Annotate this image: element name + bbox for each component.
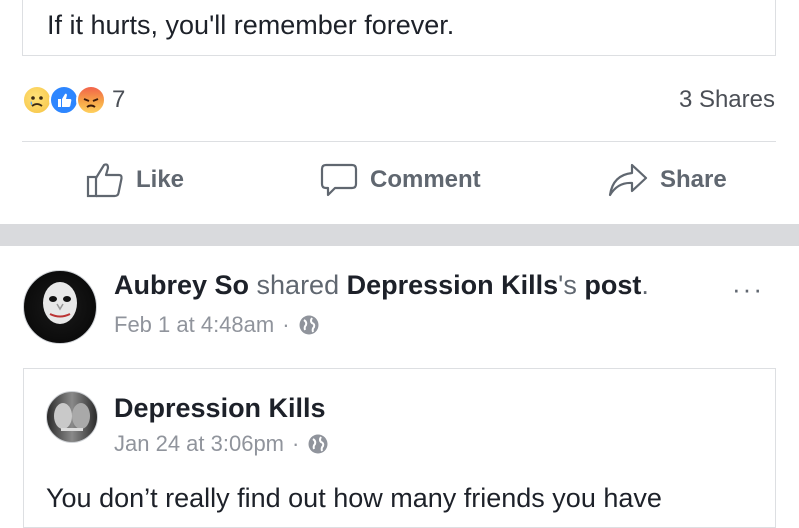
original-timestamp[interactable]: Jan 24 at 3:06pm	[114, 431, 284, 457]
globe-icon	[308, 434, 328, 454]
original-author-name[interactable]: Depression Kills	[114, 393, 326, 424]
shared-quote-box[interactable]: If it hurts, you'll remember forever.	[22, 0, 776, 56]
comment-bubble-icon	[320, 163, 358, 197]
thumbs-up-icon	[86, 163, 123, 198]
like-reaction-icon	[49, 85, 79, 115]
meta-dot: ·	[292, 431, 300, 456]
header-period: .	[641, 270, 649, 300]
post-meta: Feb 1 at 4:48am ·	[114, 312, 320, 338]
like-label: Like	[136, 166, 185, 193]
mask-avatar-image	[43, 282, 77, 324]
angry-reaction-icon	[76, 85, 106, 115]
reactions-summary[interactable]: 7	[22, 84, 125, 116]
share-label: Share	[660, 166, 727, 193]
more-options-icon[interactable]: ···	[732, 274, 764, 305]
sad-reaction-icon	[22, 85, 52, 115]
share-button[interactable]: Share	[608, 162, 727, 198]
author-name[interactable]: Aubrey So	[114, 270, 249, 300]
share-header: Aubrey So shared Depression Kills's post…	[114, 270, 649, 301]
original-post-text: You don’t really find out how many frien…	[46, 483, 662, 513]
divider	[22, 141, 776, 142]
globe-icon	[299, 315, 319, 335]
page-avatar[interactable]	[46, 391, 98, 443]
post-timestamp[interactable]: Feb 1 at 4:48am	[114, 312, 274, 338]
like-button[interactable]: Like	[86, 162, 184, 198]
meta-dot: ·	[282, 312, 290, 337]
comment-label: Comment	[370, 166, 481, 193]
original-post-meta: Jan 24 at 3:06pm ·	[114, 431, 329, 457]
shared-post-card: Aubrey So shared Depression Kills's post…	[0, 246, 799, 528]
post-link[interactable]: post	[584, 270, 641, 300]
reaction-count: 7	[112, 86, 126, 113]
feed-separator	[0, 224, 799, 246]
page-avatar-image	[54, 403, 90, 431]
shared-verb: shared	[249, 270, 347, 300]
comment-button[interactable]: Comment	[320, 162, 481, 198]
avatar[interactable]	[23, 270, 97, 344]
source-page-name[interactable]: Depression Kills	[347, 270, 559, 300]
possessive: 's	[558, 270, 585, 300]
top-post-card: If it hurts, you'll remember forever. 7 …	[0, 0, 799, 224]
quote-text: If it hurts, you'll remember forever.	[47, 10, 455, 40]
original-post-box[interactable]: Depression Kills Jan 24 at 3:06pm · You …	[23, 368, 776, 528]
share-arrow-icon	[608, 163, 648, 197]
shares-count[interactable]: 3 Shares	[679, 86, 775, 114]
